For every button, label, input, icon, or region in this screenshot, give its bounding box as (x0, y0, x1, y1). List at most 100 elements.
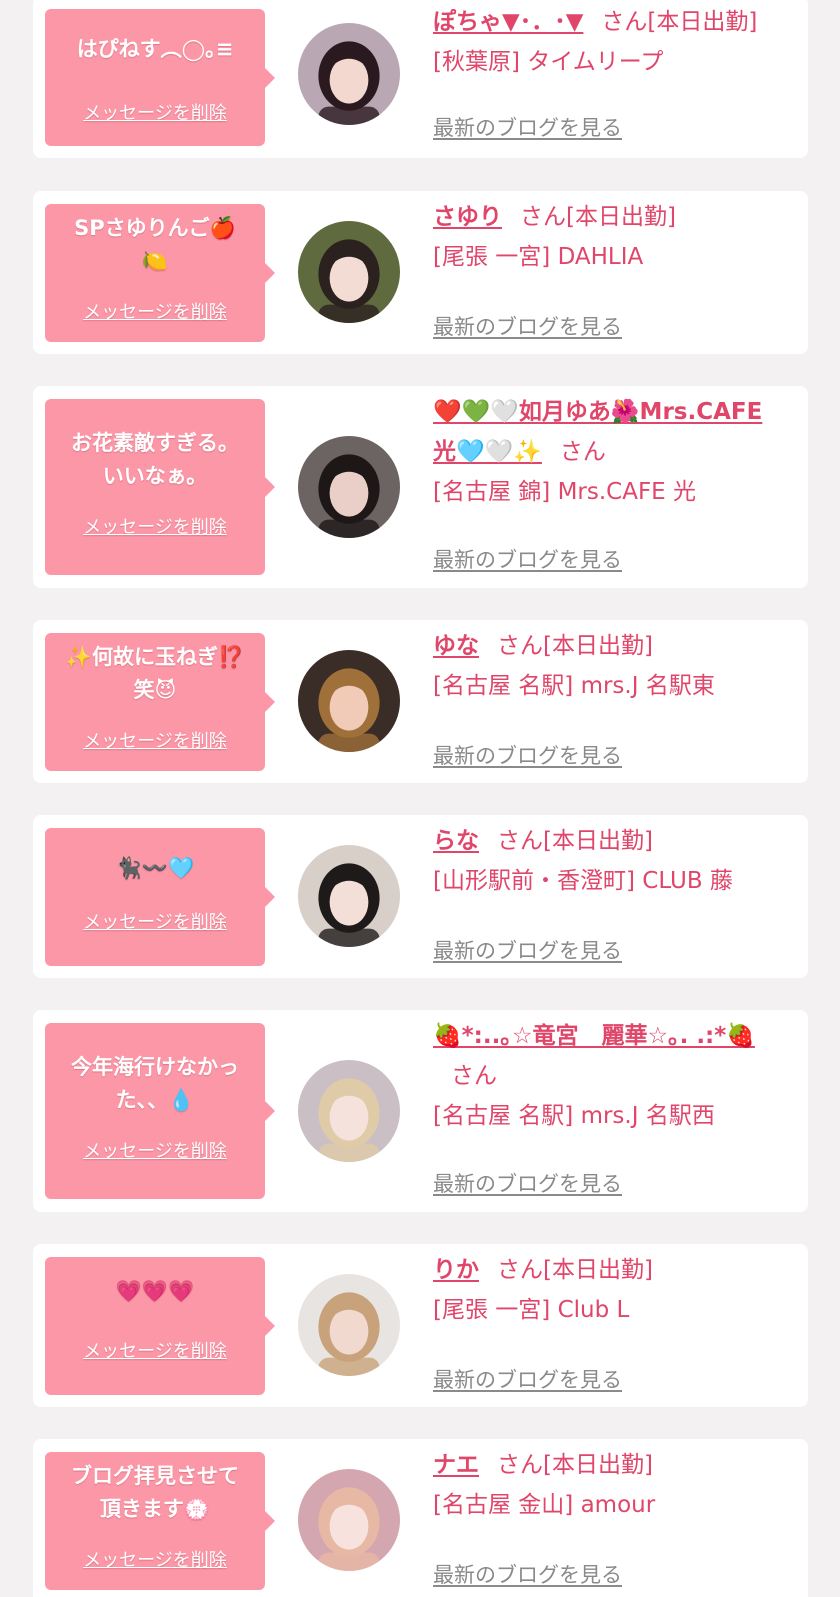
message-text: SPさゆりんご🍎 🍋 (74, 216, 236, 273)
message-card: ブログ拝見させて 頂きます💮 メッセージを削除 ナエ さん[本日出勤] [名古屋 … (33, 1439, 808, 1597)
message-bubble: 🐈‍⬛〰️🩵 メッセージを削除 (45, 828, 275, 966)
name-line: 🍓*:..｡☆竜宮 麗華☆｡. .:*🍓 さん (433, 1016, 793, 1096)
shop-label: [秋葉原] タイムリープ (433, 49, 664, 75)
cast-name-link[interactable]: りか (433, 1257, 479, 1283)
avatar-photo (298, 23, 400, 125)
san-label: さん (497, 1452, 543, 1478)
san-label: さん (601, 9, 648, 35)
cast-name-link[interactable]: 🍓*:..｡☆竜宮 麗華☆｡. .:*🍓 (433, 1023, 755, 1049)
name-line: ナエ さん[本日出勤] (433, 1445, 793, 1485)
message-text: ✨何故に玉ねぎ⁉️ 笑😈 (65, 645, 245, 702)
delete-message-link[interactable]: メッセージを削除 (45, 1546, 265, 1572)
cast-info: 🍓*:..｡☆竜宮 麗華☆｡. .:*🍓 さん [名古屋 名駅] mrs.J 名駅… (433, 1016, 793, 1212)
avatar-photo (298, 436, 400, 538)
message-bubble: SPさゆりんご🍎 🍋 メッセージを削除 (45, 204, 275, 342)
shop-label: [名古屋 名駅] mrs.J 名駅東 (433, 673, 715, 699)
message-card: お花素敵すぎる。 いいなぁ。 メッセージを削除 ❤️💚🤍如月ゆあ🌺Mrs.CAF… (33, 386, 808, 588)
delete-message-link[interactable]: メッセージを削除 (45, 1337, 265, 1363)
avatar[interactable] (298, 1469, 400, 1571)
avatar[interactable] (298, 1274, 400, 1376)
delete-message-link[interactable]: メッセージを削除 (45, 513, 265, 539)
name-line: ぽちゃ▼･．･▼ さん[本日出勤] (433, 2, 793, 42)
avatar-photo (298, 650, 400, 752)
status-label: [本日出勤] (543, 1452, 653, 1478)
message-card: 🐈‍⬛〰️🩵 メッセージを削除 らな さん[本日出勤] [山形駅前・香澄町] CL… (33, 815, 808, 978)
message-card: SPさゆりんご🍎 🍋 メッセージを削除 さゆり さん[本日出勤] [尾張 一宮] … (33, 191, 808, 354)
blog-link[interactable]: 最新のブログを見る (433, 935, 622, 965)
message-text: ブログ拝見させて 頂きます💮 (71, 1464, 239, 1521)
message-bubble: 今年海行けなかっ た、、💧 メッセージを削除 (45, 1023, 275, 1199)
delete-message-link[interactable]: メッセージを削除 (45, 1137, 265, 1163)
message-card: はぴねす︵◯｡≡ メッセージを削除 ぽちゃ▼･．･▼ さん[本日出勤] [秋葉原]… (33, 0, 808, 158)
blog-link[interactable]: 最新のブログを見る (433, 112, 622, 142)
san-label: さん (497, 1257, 543, 1283)
name-line: ゆな さん[本日出勤] (433, 626, 793, 666)
avatar[interactable] (298, 436, 400, 538)
cast-info: ゆな さん[本日出勤] [名古屋 名駅] mrs.J 名駅東 最新のブログを見る (433, 626, 793, 783)
message-bubble: ✨何故に玉ねぎ⁉️ 笑😈 メッセージを削除 (45, 633, 275, 771)
san-label: さん (497, 828, 543, 854)
cast-info: りか さん[本日出勤] [尾張 一宮] Club L 最新のブログを見る (433, 1250, 793, 1407)
delete-message-link[interactable]: メッセージを削除 (45, 908, 265, 934)
message-text: 🐈‍⬛〰️🩵 (115, 856, 195, 880)
blog-link[interactable]: 最新のブログを見る (433, 311, 622, 341)
cast-info: さゆり さん[本日出勤] [尾張 一宮] DAHLIA 最新のブログを見る (433, 197, 793, 354)
delete-message-link[interactable]: メッセージを削除 (45, 727, 265, 753)
message-list: はぴねす︵◯｡≡ メッセージを削除 ぽちゃ▼･．･▼ さん[本日出勤] [秋葉原]… (0, 0, 840, 1597)
delete-message-link[interactable]: メッセージを削除 (45, 99, 265, 125)
name-line: りか さん[本日出勤] (433, 1250, 793, 1290)
status-label: [本日出勤] (566, 204, 676, 230)
avatar[interactable] (298, 23, 400, 125)
avatar-photo (298, 1274, 400, 1376)
shop-label: [名古屋 錦] Mrs.CAFE 光 (433, 479, 697, 505)
message-bubble: 💗💗💗 メッセージを削除 (45, 1257, 275, 1395)
shop-label: [尾張 一宮] Club L (433, 1297, 630, 1323)
san-label: さん (559, 439, 606, 465)
blog-link[interactable]: 最新のブログを見る (433, 1168, 622, 1198)
cast-name-link[interactable]: ナエ (433, 1452, 479, 1478)
name-line: ❤️💚🤍如月ゆあ🌺Mrs.CAFE 光🩵🤍✨ さん (433, 392, 793, 472)
message-text: 💗💗💗 (115, 1279, 195, 1303)
san-label: さん (451, 1063, 497, 1089)
san-label: さん (497, 633, 543, 659)
san-label: さん (520, 204, 566, 230)
message-text: はぴねす︵◯｡≡ (76, 37, 234, 61)
status-label: [本日出勤] (543, 633, 653, 659)
cast-info: ぽちゃ▼･．･▼ さん[本日出勤] [秋葉原] タイムリープ 最新のブログを見る (433, 2, 793, 158)
shop-label: [山形駅前・香澄町] CLUB 藤 (433, 868, 733, 894)
avatar[interactable] (298, 650, 400, 752)
avatar-photo (298, 1060, 400, 1162)
avatar-photo (298, 1469, 400, 1571)
blog-link[interactable]: 最新のブログを見る (433, 1559, 622, 1589)
status-label: [本日出勤] (647, 9, 758, 35)
message-text: 今年海行けなかっ た、、💧 (71, 1055, 239, 1112)
blog-link[interactable]: 最新のブログを見る (433, 544, 622, 574)
message-bubble: はぴねす︵◯｡≡ メッセージを削除 (45, 9, 275, 146)
delete-message-link[interactable]: メッセージを削除 (45, 298, 265, 324)
cast-info: ナエ さん[本日出勤] [名古屋 金山] amour 最新のブログを見る (433, 1445, 793, 1597)
message-bubble: ブログ拝見させて 頂きます💮 メッセージを削除 (45, 1452, 275, 1590)
cast-name-link[interactable]: ぽちゃ▼･．･▼ (433, 9, 583, 35)
status-label: [本日出勤] (543, 828, 653, 854)
cast-name-link[interactable]: さゆり (433, 204, 502, 230)
cast-info: らな さん[本日出勤] [山形駅前・香澄町] CLUB 藤 最新のブログを見る (433, 821, 793, 978)
avatar-photo (298, 221, 400, 323)
shop-label: [尾張 一宮] DAHLIA (433, 244, 644, 270)
shop-label: [名古屋 名駅] mrs.J 名駅西 (433, 1103, 715, 1129)
message-card: ✨何故に玉ねぎ⁉️ 笑😈 メッセージを削除 ゆな さん[本日出勤] [名古屋 名駅… (33, 620, 808, 783)
name-line: さゆり さん[本日出勤] (433, 197, 793, 237)
shop-label: [名古屋 金山] amour (433, 1492, 656, 1518)
message-card: 今年海行けなかっ た、、💧 メッセージを削除 🍓*:..｡☆竜宮 麗華☆｡. .… (33, 1010, 808, 1212)
avatar[interactable] (298, 1060, 400, 1162)
avatar[interactable] (298, 845, 400, 947)
blog-link[interactable]: 最新のブログを見る (433, 1364, 622, 1394)
blog-link[interactable]: 最新のブログを見る (433, 740, 622, 770)
status-label: [本日出勤] (543, 1257, 653, 1283)
cast-name-link[interactable]: らな (433, 828, 479, 854)
avatar-photo (298, 845, 400, 947)
cast-info: ❤️💚🤍如月ゆあ🌺Mrs.CAFE 光🩵🤍✨ さん [名古屋 錦] Mrs.CAF… (433, 392, 793, 588)
message-card: 💗💗💗 メッセージを削除 りか さん[本日出勤] [尾張 一宮] Club L 最… (33, 1244, 808, 1407)
avatar[interactable] (298, 221, 400, 323)
message-text: お花素敵すぎる。 いいなぁ。 (71, 431, 239, 488)
cast-name-link[interactable]: ゆな (433, 633, 479, 659)
